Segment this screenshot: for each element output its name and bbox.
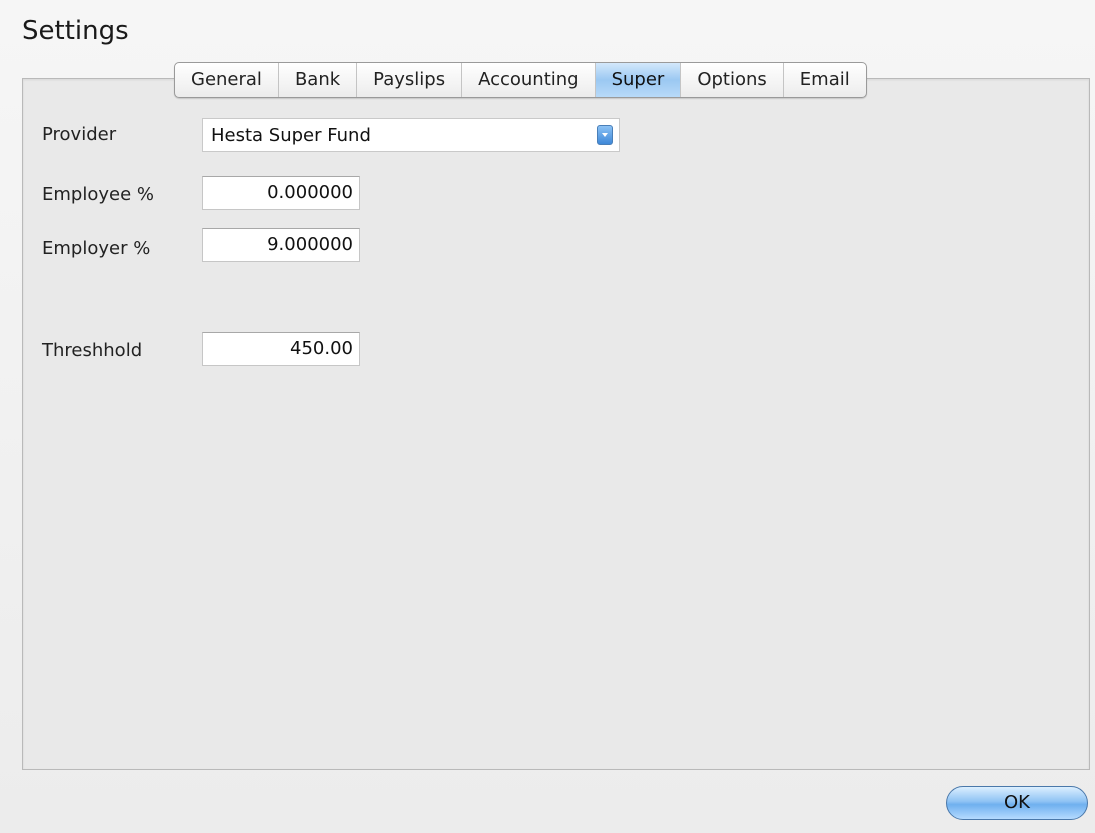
employee-percent-label: Employee % [42, 184, 154, 205]
ok-button[interactable]: OK [946, 786, 1088, 820]
tab-bank[interactable]: Bank [279, 63, 358, 97]
threshold-field[interactable]: 450.00 [202, 332, 360, 366]
tab-general[interactable]: General [175, 63, 279, 97]
settings-window: Settings General Bank Payslips Accountin… [0, 0, 1095, 833]
tab-bar: General Bank Payslips Accounting Super O… [174, 62, 867, 98]
threshold-label: Threshhold [42, 340, 143, 361]
employee-percent-field[interactable]: 0.000000 [202, 176, 360, 210]
tab-accounting[interactable]: Accounting [462, 63, 596, 97]
tab-options[interactable]: Options [681, 63, 784, 97]
employer-percent-label: Employer % [42, 238, 151, 259]
provider-select[interactable]: Hesta Super Fund [202, 118, 620, 152]
tab-content-panel [22, 78, 1090, 770]
employer-percent-field[interactable]: 9.000000 [202, 228, 360, 262]
tab-email[interactable]: Email [784, 63, 866, 97]
chevron-down-icon[interactable] [597, 125, 613, 145]
provider-label: Provider [42, 124, 117, 145]
provider-select-value: Hesta Super Fund [211, 125, 371, 146]
tab-super[interactable]: Super [595, 63, 682, 97]
tab-payslips[interactable]: Payslips [357, 63, 463, 97]
window-title: Settings [22, 16, 129, 46]
